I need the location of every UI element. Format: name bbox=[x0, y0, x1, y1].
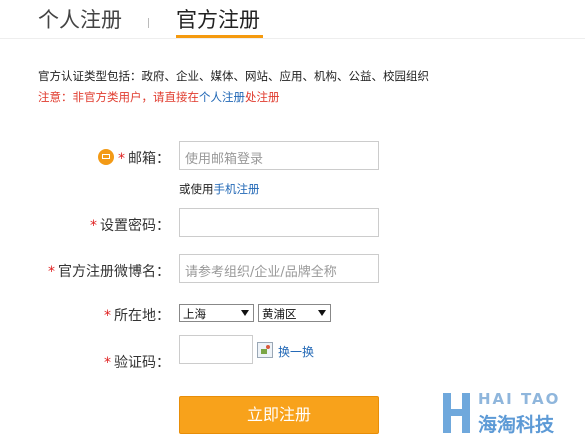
district-value: 黄浦区 bbox=[262, 307, 297, 321]
register-button[interactable]: 立即注册 bbox=[179, 396, 379, 434]
captcha-field[interactable] bbox=[179, 335, 253, 364]
district-select[interactable]: 黄浦区 bbox=[258, 304, 331, 322]
required-mark: * bbox=[90, 218, 97, 234]
required-mark: * bbox=[48, 264, 55, 280]
broken-image-icon[interactable] bbox=[257, 342, 273, 358]
official-types-note: 官方认证类型包括：政府、企业、媒体、网站、应用、机构、公益、校园组织 bbox=[38, 69, 429, 83]
tab-separator bbox=[148, 18, 149, 28]
weibo-name-field[interactable]: 请参考组织/企业/品牌全称 bbox=[179, 254, 379, 283]
password-label-text: 设置密码： bbox=[100, 218, 170, 234]
personal-register-link[interactable]: 个人注册 bbox=[199, 90, 245, 104]
email-field[interactable]: 使用邮箱登录 bbox=[179, 141, 379, 170]
tabs-divider bbox=[0, 38, 585, 39]
weibo-name-label-text: 官方注册微博名： bbox=[58, 264, 170, 280]
location-label: * 所在地： bbox=[104, 305, 170, 325]
phone-alt-line: 或使用手机注册 bbox=[179, 181, 260, 197]
chevron-down-icon bbox=[318, 310, 326, 316]
password-label: * 设置密码： bbox=[90, 215, 170, 235]
chevron-down-icon bbox=[241, 310, 249, 316]
tab-official-register[interactable]: 官方注册 bbox=[176, 5, 260, 35]
captcha-label: * 验证码： bbox=[104, 352, 170, 372]
watermark-logo-bar bbox=[462, 393, 470, 433]
notice-suffix: 处注册 bbox=[245, 90, 280, 104]
notice-prefix: 注意：非官方类用户，请直接在 bbox=[38, 90, 199, 104]
required-mark: * bbox=[104, 308, 111, 324]
watermark-logo-bar bbox=[443, 393, 451, 433]
email-label-text: 邮箱： bbox=[128, 151, 170, 167]
required-mark: * bbox=[104, 355, 111, 371]
captcha-refresh-link[interactable]: 换一换 bbox=[278, 343, 314, 360]
captcha-label-text: 验证码： bbox=[114, 355, 170, 371]
watermark-text-cn: 海淘科技 bbox=[478, 414, 555, 436]
watermark-text-en: HAI TAO bbox=[478, 390, 561, 408]
phone-alt-prefix: 或使用 bbox=[179, 182, 214, 196]
email-label: * 邮箱： bbox=[118, 148, 170, 168]
province-select[interactable]: 上海 bbox=[179, 304, 254, 322]
province-value: 上海 bbox=[183, 307, 206, 321]
password-field[interactable] bbox=[179, 208, 379, 237]
notice-note: 注意：非官方类用户，请直接在个人注册处注册 bbox=[38, 89, 280, 105]
tab-personal-register[interactable]: 个人注册 bbox=[38, 5, 122, 35]
weibo-name-label: * 官方注册微博名： bbox=[48, 261, 170, 281]
watermark-logo-bar bbox=[451, 409, 462, 416]
phone-register-link[interactable]: 手机注册 bbox=[214, 182, 260, 196]
envelope-icon bbox=[98, 149, 114, 165]
required-mark: * bbox=[118, 151, 125, 167]
location-label-text: 所在地： bbox=[114, 308, 170, 324]
